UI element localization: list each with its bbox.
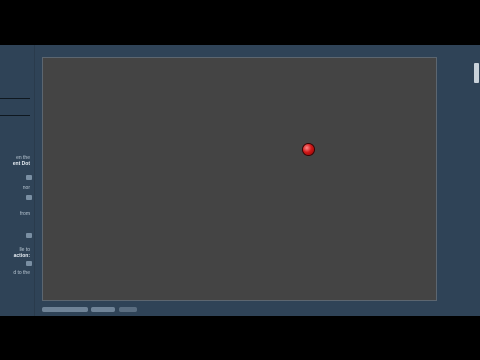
sidebar-text: ent Dot — [12, 161, 30, 167]
bottom-toolbar — [42, 307, 437, 316]
toolbar-button[interactable] — [42, 307, 88, 312]
toolbar-button[interactable] — [91, 307, 115, 312]
red-dot[interactable] — [303, 144, 314, 155]
instructions-sidebar: en the ent Dot nor from lle to action: d… — [0, 45, 35, 316]
drawing-canvas[interactable] — [42, 57, 437, 301]
sidebar-divider — [0, 98, 30, 99]
sidebar-text: d to the — [13, 270, 30, 276]
app-window: en the ent Dot nor from lle to action: d… — [0, 45, 480, 316]
sidebar-icon — [26, 195, 32, 200]
sidebar-icon — [26, 233, 32, 238]
sidebar-divider — [0, 115, 30, 116]
sidebar-text: action: — [13, 253, 30, 259]
scroll-thumb[interactable] — [474, 63, 479, 83]
toolbar-button[interactable] — [119, 307, 137, 312]
sidebar-text: from — [20, 211, 30, 217]
sidebar-icon — [26, 261, 32, 266]
sidebar-text: nor — [22, 185, 30, 191]
sidebar-icon — [26, 175, 32, 180]
vertical-scrollbar[interactable] — [466, 45, 480, 316]
